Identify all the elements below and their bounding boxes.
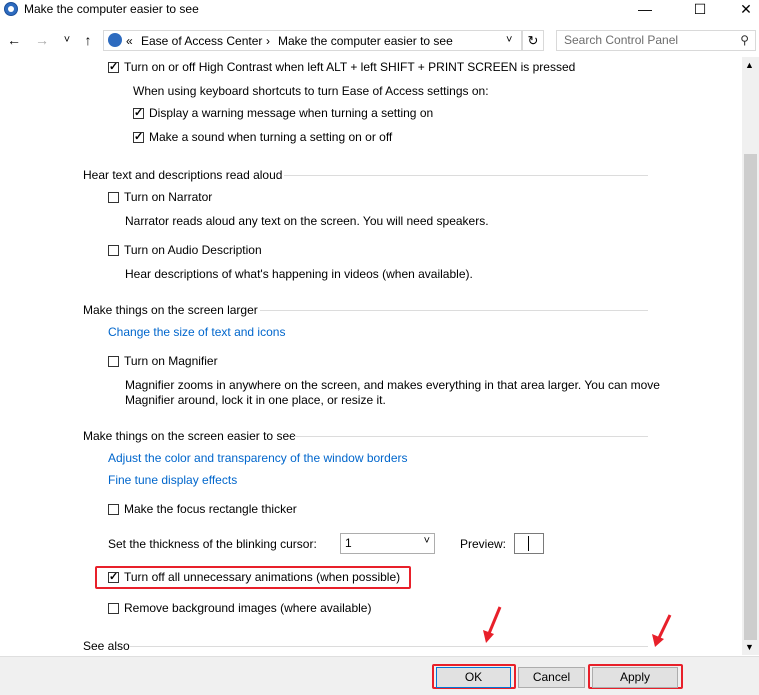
cursor-preview-caret xyxy=(528,536,529,551)
up-button[interactable]: ↑ xyxy=(79,31,97,49)
preview-label: Preview: xyxy=(460,537,507,551)
arrow-to-ok-icon xyxy=(483,606,502,643)
narrator-checkbox[interactable] xyxy=(108,192,119,203)
chevron-down-icon: ˅ xyxy=(423,535,430,547)
apply-button[interactable]: Apply xyxy=(592,667,678,688)
recent-locations-icon[interactable]: ˅ xyxy=(58,31,76,49)
maximize-button[interactable]: ☐ xyxy=(677,0,723,20)
audio-description-text: Hear descriptions of what's happening in… xyxy=(125,267,473,281)
window-title: Make the computer easier to see xyxy=(24,2,199,16)
magnifier-description-line2: Magnifier around, lock it in one place, … xyxy=(125,393,386,407)
address-control-panel-icon xyxy=(108,33,122,47)
control-panel-icon xyxy=(4,2,18,16)
scroll-down-icon[interactable]: ▼ xyxy=(745,642,754,652)
breadcrumb-arrow: › xyxy=(266,34,270,48)
cursor-thickness-value: 1 xyxy=(345,536,352,550)
back-button[interactable]: ← xyxy=(5,31,23,49)
make-sound-checkbox[interactable] xyxy=(133,130,144,143)
animations-checkbox[interactable] xyxy=(108,570,119,583)
adjust-color-link[interactable]: Adjust the color and transparency of the… xyxy=(108,451,408,465)
narrator-description: Narrator reads aloud any text on the scr… xyxy=(125,214,489,228)
address-bar[interactable]: « Ease of Access Center › Make the compu… xyxy=(103,30,522,51)
magnifier-checkbox[interactable] xyxy=(108,356,119,367)
focus-rectangle-checkbox[interactable] xyxy=(108,504,119,515)
close-button[interactable]: ✕ xyxy=(723,0,759,20)
change-size-link[interactable]: Change the size of text and icons xyxy=(108,325,285,339)
display-warning-label: Display a warning message when turning a… xyxy=(149,106,434,120)
audio-description-checkbox[interactable] xyxy=(108,245,119,256)
scrollbar-thumb[interactable] xyxy=(744,154,757,640)
minimize-button[interactable]: — xyxy=(622,0,668,20)
breadcrumb-separator: « xyxy=(126,34,133,48)
scroll-up-icon[interactable]: ▲ xyxy=(745,60,754,70)
section-divider xyxy=(260,310,648,311)
cursor-thickness-select[interactable]: 1 ˅ xyxy=(340,533,435,554)
section-divider xyxy=(130,646,648,647)
focus-rectangle-label: Make the focus rectangle thicker xyxy=(124,502,297,516)
shortcut-intro-text: When using keyboard shortcuts to turn Ea… xyxy=(133,84,489,98)
cancel-button[interactable]: Cancel xyxy=(518,667,585,688)
narrator-label: Turn on Narrator xyxy=(124,190,213,204)
address-dropdown-icon[interactable]: ˅ xyxy=(506,34,512,46)
background-images-label: Remove background images (where availabl… xyxy=(124,601,372,615)
magnifier-description-line1: Magnifier zooms in anywhere on the scree… xyxy=(125,378,660,392)
search-input[interactable]: Search Control Panel ⚲ xyxy=(556,30,756,51)
breadcrumb-ease-of-access[interactable]: Ease of Access Center xyxy=(141,34,262,48)
breadcrumb-current[interactable]: Make the computer easier to see xyxy=(278,34,453,48)
cursor-thickness-label: Set the thickness of the blinking cursor… xyxy=(108,537,317,551)
see-also-heading: See also xyxy=(83,639,130,653)
cursor-preview xyxy=(514,533,544,554)
easier-heading: Make things on the screen easier to see xyxy=(83,429,296,443)
background-images-checkbox[interactable] xyxy=(108,603,119,614)
animations-label: Turn off all unnecessary animations (whe… xyxy=(124,570,401,584)
forward-button[interactable]: → xyxy=(33,31,51,49)
make-sound-label: Make a sound when turning a setting on o… xyxy=(149,130,393,144)
fine-tune-link[interactable]: Fine tune display effects xyxy=(108,473,237,487)
display-warning-checkbox[interactable] xyxy=(133,106,144,119)
audio-description-label: Turn on Audio Description xyxy=(124,243,262,257)
search-placeholder: Search Control Panel xyxy=(564,33,679,47)
arrow-to-apply-icon xyxy=(652,614,672,647)
search-icon: ⚲ xyxy=(740,33,749,47)
ok-button[interactable]: OK xyxy=(436,667,511,688)
refresh-button[interactable]: ↻ xyxy=(522,30,544,51)
hear-text-heading: Hear text and descriptions read aloud xyxy=(83,168,283,182)
magnifier-label: Turn on Magnifier xyxy=(124,354,218,368)
larger-heading: Make things on the screen larger xyxy=(83,303,258,317)
section-divider xyxy=(284,175,648,176)
high-contrast-shortcut-label: Turn on or off High Contrast when left A… xyxy=(124,60,576,74)
high-contrast-shortcut-checkbox[interactable] xyxy=(108,60,119,73)
section-divider xyxy=(294,436,648,437)
